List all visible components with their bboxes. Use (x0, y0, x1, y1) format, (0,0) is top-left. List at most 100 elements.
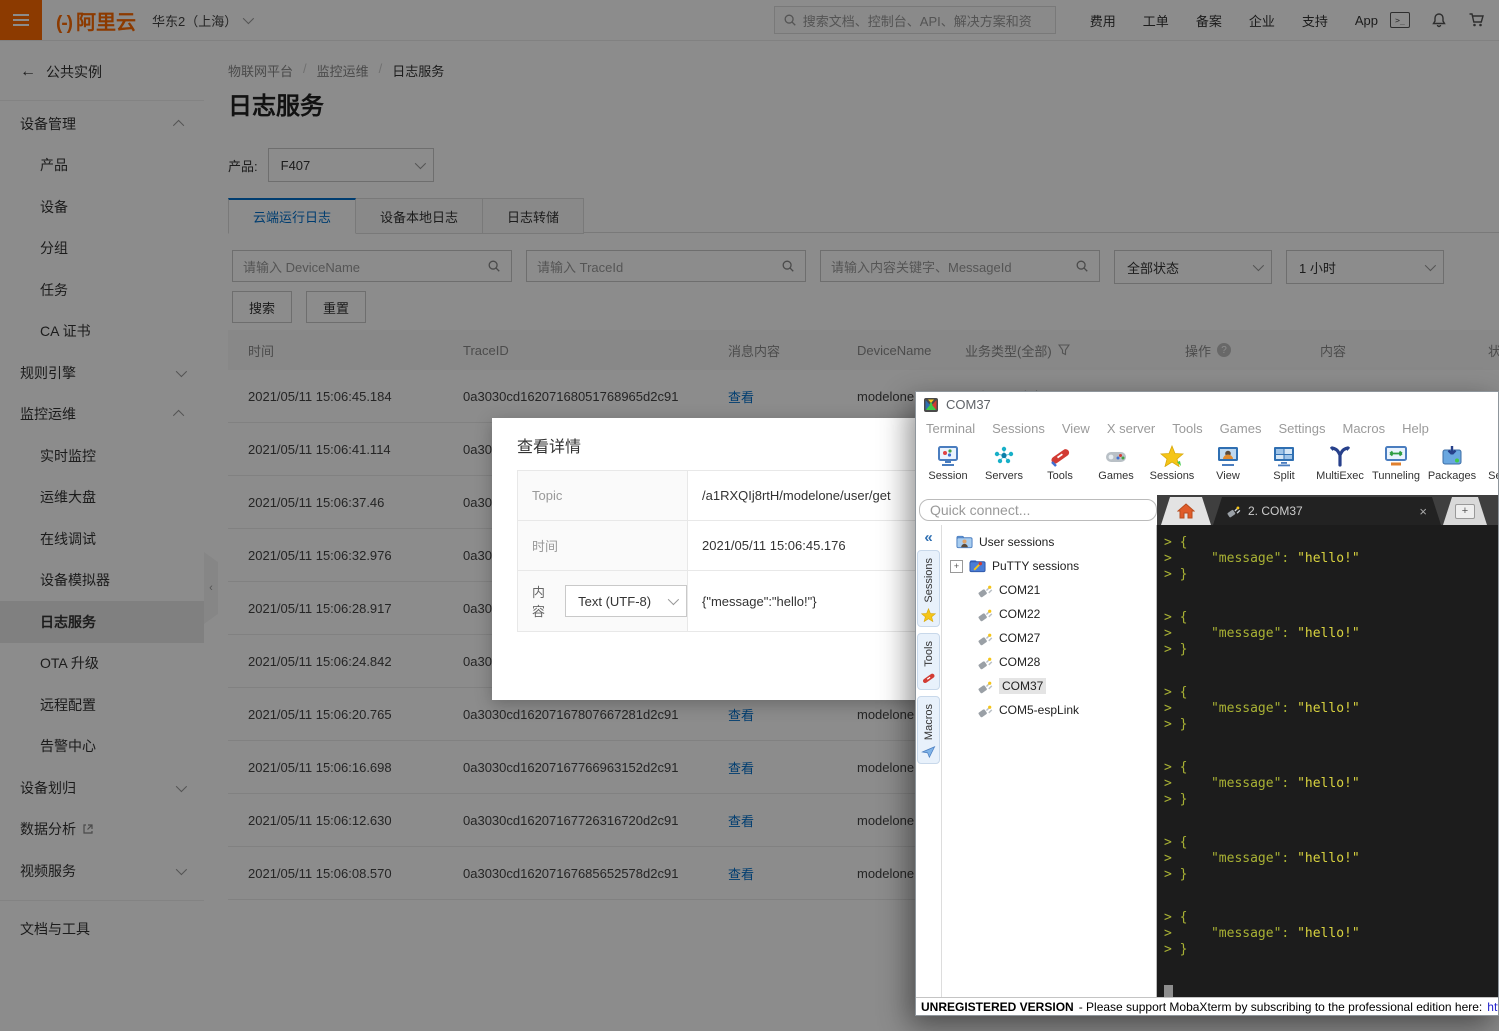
home-icon (1177, 503, 1195, 519)
terminal-output[interactable]: > {> "message": "hello!" > } > {> "message… (1157, 525, 1498, 997)
terminal-tab-label: 2. COM37 (1248, 504, 1303, 518)
toolbar-multiexec-button[interactable]: MultiExec (1312, 440, 1368, 495)
tree-label: COM5-espLink (999, 703, 1080, 717)
toolbar-button-label: Packages (1427, 470, 1477, 482)
sessions-tree: User sessions + PuTTY sessions COM21 COM… (942, 525, 1157, 997)
terminal-json-block: > {> "message": "hello!" > } (1164, 685, 1360, 732)
expand-icon[interactable]: + (950, 559, 963, 573)
mobaxterm-window: COM37 Terminal Sessions View X server Tools G… (915, 391, 1499, 1016)
side-tab-label: Macros (922, 704, 935, 741)
mobaxterm-titlebar[interactable]: COM37 (916, 392, 1498, 417)
encoding-select[interactable]: Text (UTF-8) (565, 585, 687, 617)
home-tab[interactable] (1161, 497, 1211, 525)
tree-item-user-sessions[interactable]: User sessions (942, 530, 1156, 554)
toolbar-view-button[interactable]: View (1200, 440, 1256, 495)
terminal-tab-com37[interactable]: 2. COM37 × (1213, 497, 1441, 525)
tree-label: User sessions (979, 535, 1055, 549)
tree-item-putty-sessions[interactable]: + PuTTY sessions (942, 554, 1156, 578)
toolbar-button-label: Servers (985, 470, 1023, 482)
terminal-json-block: > {> "message": "hello!" > } (1164, 535, 1360, 582)
menu-sessions[interactable]: Sessions (992, 421, 1045, 436)
games-icon (1104, 445, 1128, 467)
toolbar-split-button[interactable]: Split (1256, 440, 1312, 495)
packages-icon (1440, 445, 1464, 467)
side-tab-sessions[interactable]: Sessions (917, 550, 940, 627)
settings-icon (1496, 445, 1498, 467)
content-label-cell: 内容 Text (UTF-8) (518, 571, 688, 631)
tree-label: COM28 (999, 655, 1041, 669)
serial-plug-icon (978, 583, 993, 598)
tree-item-COM21[interactable]: COM21 (942, 578, 1156, 602)
toolbar-packages-button[interactable]: Packages (1424, 440, 1480, 495)
side-tab-macros[interactable]: Macros (917, 696, 940, 765)
knife-icon (921, 671, 936, 685)
collapse-panel-icon[interactable]: « (924, 530, 932, 545)
detail-modal: 查看详情 Topic /a1RXQIj8rtH/modelone/user/ge… (492, 418, 958, 700)
toolbar-session-button[interactable]: Session (920, 440, 976, 495)
toolbar-button-label: View (1216, 470, 1240, 482)
toolbar-settings-button[interactable]: Settings (1480, 440, 1498, 495)
topic-label: Topic (518, 471, 688, 520)
side-tab-tools[interactable]: Tools (917, 632, 940, 691)
toolbar-button-label: Session (928, 470, 968, 482)
tree-item-COM28[interactable]: COM28 (942, 650, 1156, 674)
tree-item-COM37[interactable]: COM37 (942, 674, 1156, 698)
detail-table: Topic /a1RXQIj8rtH/modelone/user/get 时间 … (517, 470, 958, 632)
mobaxterm-menubar: Terminal Sessions View X server Tools Games Se… (916, 417, 1498, 440)
mobaxterm-logo-icon (924, 397, 938, 412)
toolbar-servers-button[interactable]: Servers (976, 440, 1032, 495)
statusbar-link[interactable]: https://mobax (1487, 1000, 1498, 1014)
toolbar-tools-button[interactable]: Tools (1032, 440, 1088, 495)
toolbar-button-label: Settings (1488, 470, 1498, 482)
toolbar-button-label: Games (1098, 470, 1134, 482)
content-label: 内容 (532, 585, 546, 619)
tree-item-COM5-espLink[interactable]: COM5-espLink (942, 698, 1156, 722)
tree-item-COM27[interactable]: COM27 (942, 626, 1156, 650)
serial-plug-icon (978, 631, 993, 646)
unregistered-label: UNREGISTERED VERSION (921, 999, 1074, 1014)
tools-icon (1048, 445, 1072, 467)
serial-plug-icon (978, 703, 993, 718)
split-icon (1272, 445, 1296, 467)
terminal-json-block: > {> "message": "hello!" > } (1164, 910, 1360, 957)
tree-item-COM22[interactable]: COM22 (942, 602, 1156, 626)
modal-title: 查看详情 (517, 439, 582, 456)
toolbar-sessions-button[interactable]: Sessions (1144, 440, 1200, 495)
tree-label: COM27 (999, 631, 1041, 645)
servers-icon (992, 445, 1016, 467)
terminal-json-block: > {> "message": "hello!" > } (1164, 760, 1360, 807)
tree-label: COM37 (999, 678, 1047, 694)
terminal-cursor (1164, 985, 1173, 997)
menu-tools[interactable]: Tools (1172, 421, 1202, 436)
close-tab-icon[interactable]: × (1419, 504, 1427, 519)
encoding-value: Text (UTF-8) (578, 593, 652, 609)
quick-connect-placeholder: Quick connect... (930, 502, 1031, 518)
sessions-icon (1160, 445, 1184, 467)
user-folder-icon (956, 535, 973, 549)
mobaxterm-toolbar: Session Servers Tools Games Sessions Vie… (916, 440, 1498, 495)
side-tab-label: Sessions (922, 558, 935, 603)
quick-connect-input[interactable]: Quick connect... (919, 499, 1157, 521)
toolbar-tunneling-button[interactable]: Tunneling (1368, 440, 1424, 495)
toolbar-button-label: MultiExec (1316, 470, 1364, 482)
menu-settings[interactable]: Settings (1279, 421, 1326, 436)
view-icon (1216, 445, 1240, 467)
side-tab-label: Tools (922, 640, 935, 667)
menu-macros[interactable]: Macros (1342, 421, 1385, 436)
tunneling-icon (1384, 445, 1408, 467)
mobaxterm-statusbar: UNREGISTERED VERSION - Please support Mo… (916, 997, 1498, 1015)
tree-label: COM21 (999, 583, 1041, 597)
serial-plug-icon (1227, 504, 1241, 518)
menu-help[interactable]: Help (1402, 421, 1429, 436)
menu-games[interactable]: Games (1220, 421, 1262, 436)
menu-terminal[interactable]: Terminal (926, 421, 975, 436)
toolbar-games-button[interactable]: Games (1088, 440, 1144, 495)
star-icon (921, 607, 936, 622)
chevron-down-icon (667, 593, 680, 606)
menu-view[interactable]: View (1062, 421, 1090, 436)
putty-folder-icon (969, 559, 986, 573)
new-tab-button[interactable]: + (1443, 497, 1487, 525)
session-icon (936, 445, 960, 467)
mobaxterm-side-strip: « Sessions Tools Macros (916, 525, 942, 997)
menu-x-server[interactable]: X server (1107, 421, 1155, 436)
